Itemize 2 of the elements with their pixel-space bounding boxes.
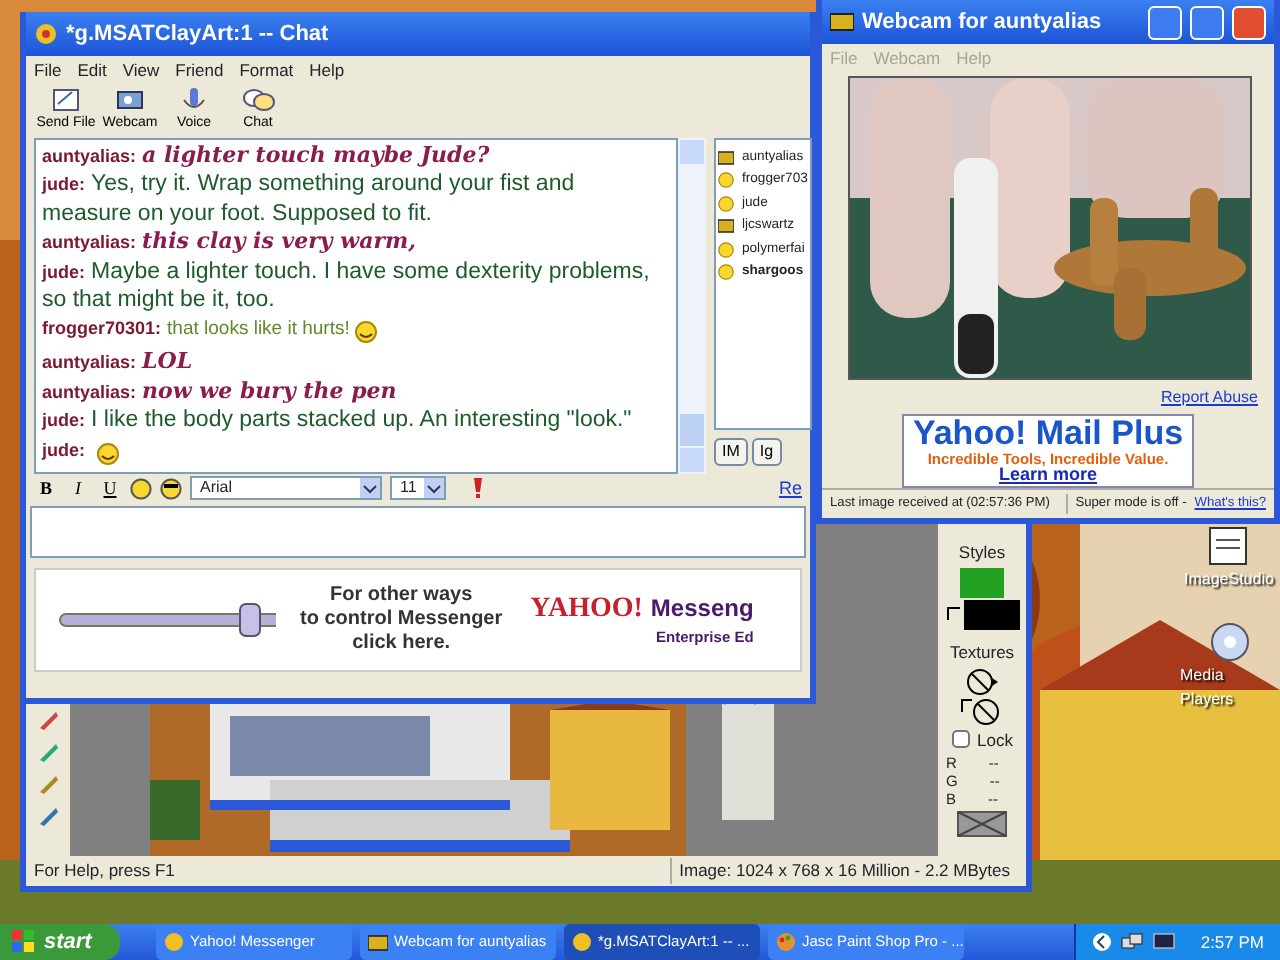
clock: 2:57 PM bbox=[1200, 929, 1264, 955]
start-button[interactable]: start bbox=[0, 924, 120, 960]
